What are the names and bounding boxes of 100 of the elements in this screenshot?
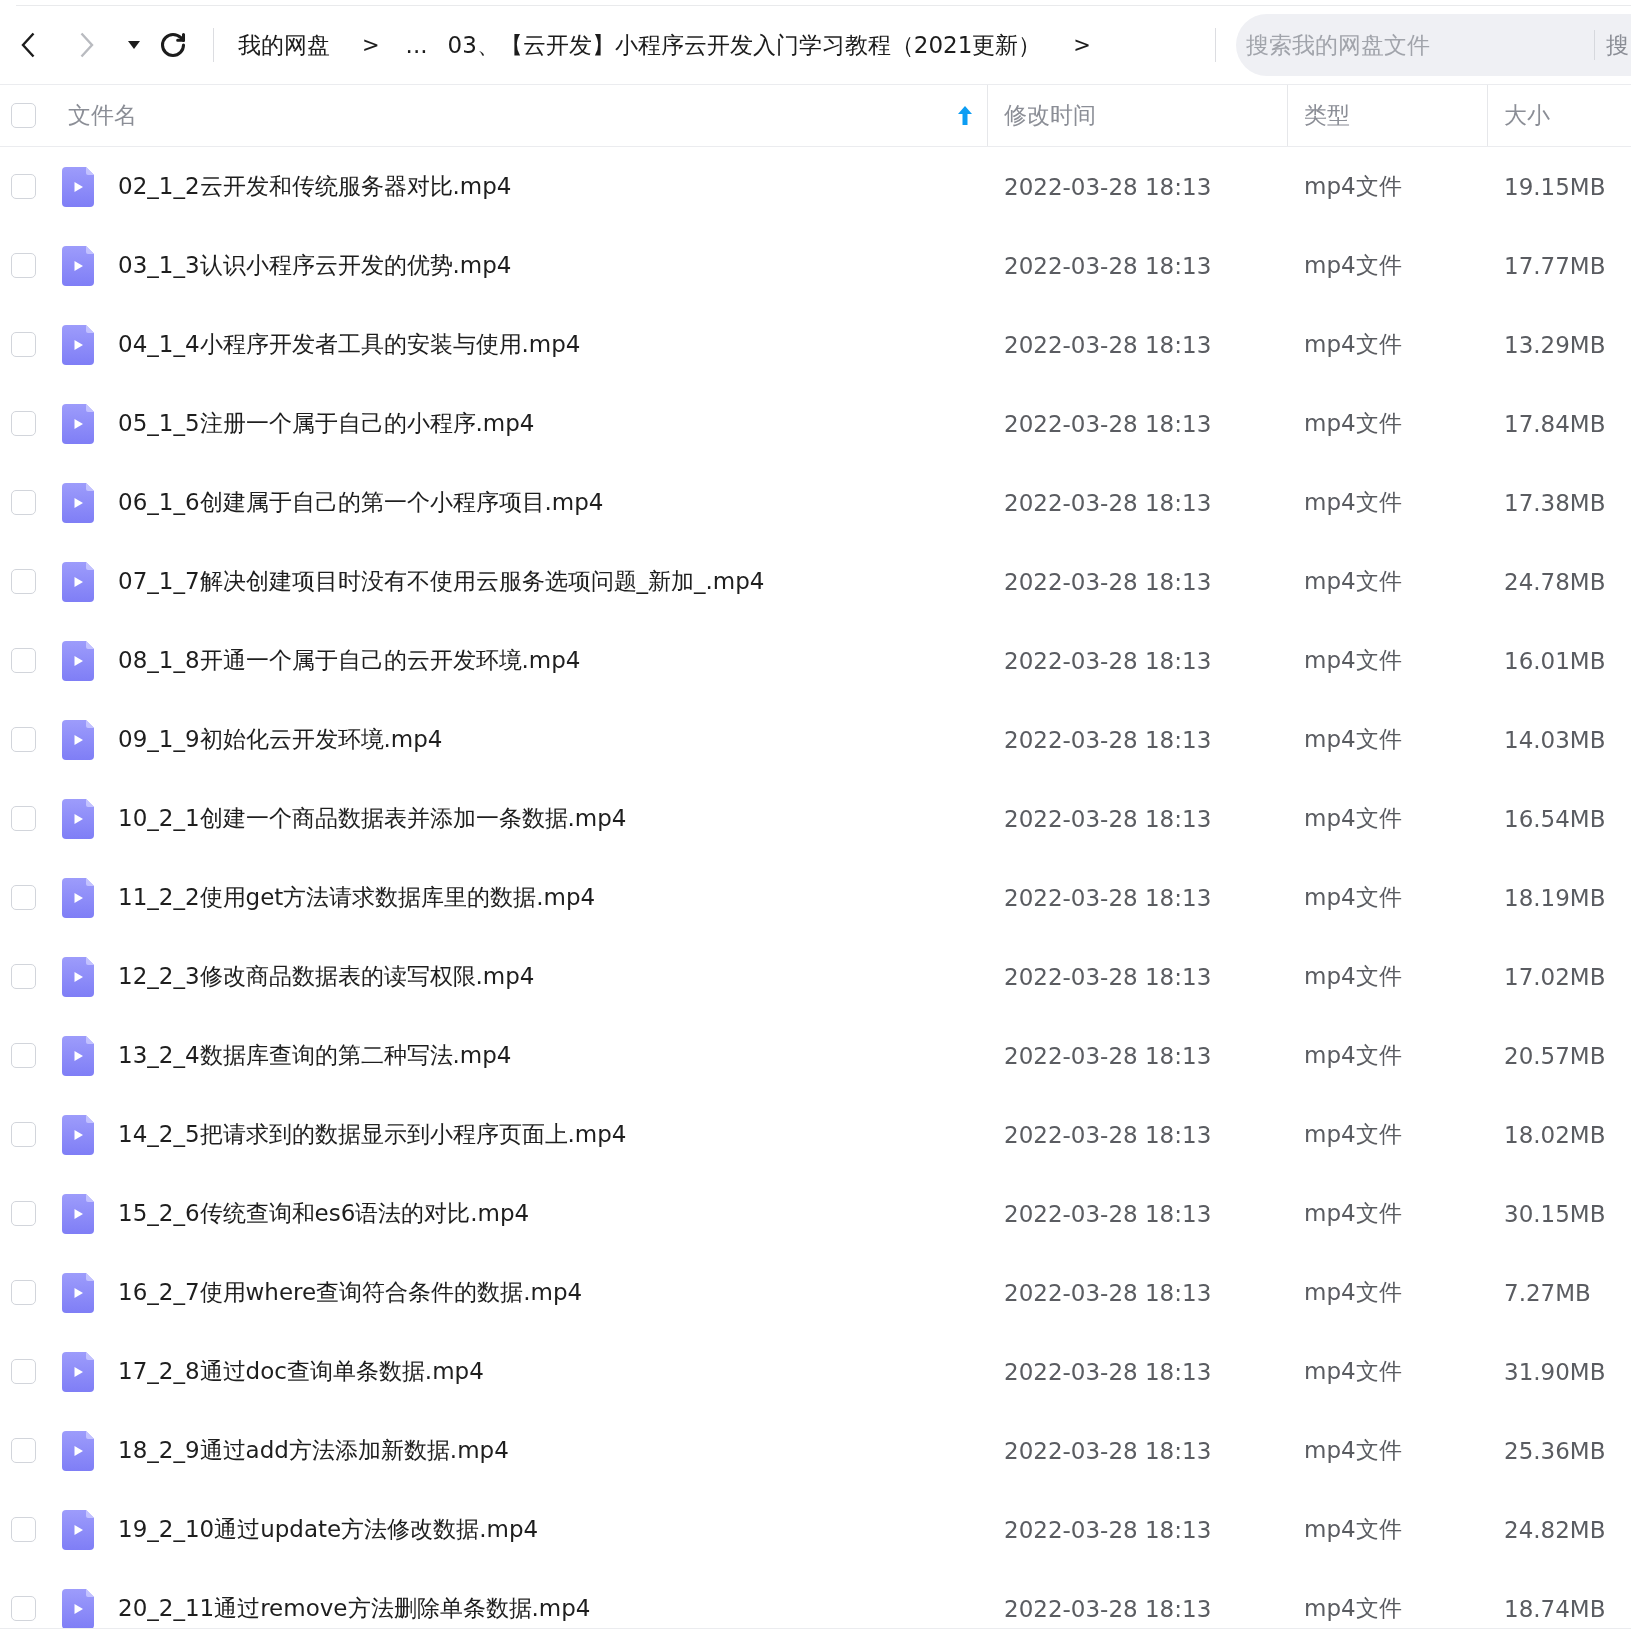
- video-file-icon: [62, 166, 94, 207]
- file-name[interactable]: 06_1_6创建属于自己的第一个小程序项目.mp4: [118, 487, 604, 518]
- file-name[interactable]: 05_1_5注册一个属于自己的小程序.mp4: [118, 408, 535, 439]
- video-file-icon: [62, 877, 94, 918]
- video-file-icon: [62, 640, 94, 681]
- search-field[interactable]: 搜索我的网盘文件: [1236, 14, 1594, 76]
- file-type: mp4文件: [1303, 804, 1403, 833]
- file-size: 25.36MB: [1503, 1437, 1607, 1464]
- file-type: mp4文件: [1303, 1594, 1403, 1623]
- file-size: 24.82MB: [1503, 1516, 1607, 1543]
- checkbox[interactable]: [11, 490, 36, 515]
- checkbox[interactable]: [11, 1438, 36, 1463]
- file-name[interactable]: 13_2_4数据库查询的第二种写法.mp4: [118, 1040, 512, 1071]
- file-name[interactable]: 11_2_2使用get方法请求数据库里的数据.mp4: [118, 882, 596, 913]
- file-type: mp4文件: [1303, 1278, 1403, 1307]
- checkbox[interactable]: [11, 727, 36, 752]
- checkbox[interactable]: [11, 1359, 36, 1384]
- checkbox[interactable]: [11, 1596, 36, 1621]
- modified-time: 2022-03-28 18:13: [1003, 1358, 1213, 1385]
- video-file-icon: [62, 403, 94, 444]
- modified-time: 2022-03-28 18:13: [1003, 726, 1213, 753]
- file-name[interactable]: 16_2_7使用where查询符合条件的数据.mp4: [118, 1277, 583, 1308]
- chevron-left-icon[interactable]: [21, 32, 35, 58]
- video-file-icon: [62, 561, 94, 602]
- modified-time: 2022-03-28 18:13: [1003, 1595, 1213, 1622]
- file-name[interactable]: 03_1_3认识小程序云开发的优势.mp4: [118, 250, 512, 281]
- breadcrumb-link[interactable]: 我的网盘: [238, 29, 330, 61]
- file-size: 16.01MB: [1503, 647, 1607, 674]
- file-type: mp4文件: [1303, 1436, 1403, 1465]
- modified-time: 2022-03-28 18:13: [1003, 252, 1213, 279]
- checkbox[interactable]: [11, 1201, 36, 1226]
- file-size: 18.02MB: [1503, 1121, 1607, 1148]
- file-type: mp4文件: [1303, 1041, 1403, 1070]
- file-type: mp4文件: [1303, 488, 1403, 517]
- file-type: mp4文件: [1303, 567, 1403, 596]
- checkbox[interactable]: [11, 332, 36, 357]
- checkbox[interactable]: [11, 1043, 36, 1068]
- file-name[interactable]: 09_1_9初始化云开发环境.mp4: [118, 724, 443, 755]
- checkbox[interactable]: [11, 1517, 36, 1542]
- file-name[interactable]: 10_2_1创建一个商品数据表并添加一条数据.mp4: [118, 803, 627, 834]
- checkbox[interactable]: [11, 1280, 36, 1305]
- file-name[interactable]: 02_1_2云开发和传统服务器对比.mp4: [118, 171, 512, 202]
- modified-time: 2022-03-28 18:13: [1003, 331, 1213, 358]
- file-type: mp4文件: [1303, 1357, 1403, 1386]
- file-size: 17.38MB: [1503, 489, 1607, 516]
- file-name[interactable]: 17_2_8通过doc查询单条数据.mp4: [118, 1356, 484, 1387]
- file-size: 18.74MB: [1503, 1595, 1607, 1622]
- file-type: mp4文件: [1303, 962, 1403, 991]
- modified-time: 2022-03-28 18:13: [1003, 173, 1213, 200]
- file-type: mp4文件: [1303, 1515, 1403, 1544]
- file-name[interactable]: 18_2_9通过add方法添加新数据.mp4: [118, 1435, 509, 1466]
- checkbox[interactable]: [11, 648, 36, 673]
- video-file-icon: [62, 1588, 94, 1628]
- checkbox[interactable]: [11, 1122, 36, 1147]
- checkbox[interactable]: [11, 253, 36, 278]
- file-size: 19.15MB: [1503, 173, 1607, 200]
- checkbox[interactable]: [11, 806, 36, 831]
- modified-time: 2022-03-28 18:13: [1003, 1516, 1213, 1543]
- modified-time: 2022-03-28 18:13: [1003, 568, 1213, 595]
- file-size: 17.77MB: [1503, 252, 1607, 279]
- file-size: 31.90MB: [1503, 1358, 1607, 1385]
- file-name[interactable]: 08_1_8开通一个属于自己的云开发环境.mp4: [118, 645, 581, 676]
- modified-time: 2022-03-28 18:13: [1003, 963, 1213, 990]
- modified-time: 2022-03-28 18:13: [1003, 805, 1213, 832]
- checkbox[interactable]: [11, 411, 36, 436]
- refresh-icon[interactable]: [159, 31, 187, 59]
- file-name[interactable]: 04_1_4小程序开发者工具的安装与使用.mp4: [118, 329, 581, 360]
- file-type: mp4文件: [1303, 646, 1403, 675]
- checkbox[interactable]: [11, 885, 36, 910]
- video-file-icon: [62, 245, 94, 286]
- checkbox[interactable]: [11, 103, 36, 128]
- file-size: 30.15MB: [1503, 1200, 1607, 1227]
- modified-time: 2022-03-28 18:13: [1003, 1042, 1213, 1069]
- file-size: 7.27MB: [1503, 1279, 1592, 1306]
- breadcrumb-link[interactable]: ...: [405, 32, 428, 58]
- video-file-icon: [62, 1114, 94, 1155]
- file-size: 17.84MB: [1503, 410, 1607, 437]
- file-name[interactable]: 19_2_10通过update方法修改数据.mp4: [118, 1514, 539, 1545]
- file-size: 16.54MB: [1503, 805, 1607, 832]
- file-type: mp4文件: [1303, 251, 1403, 280]
- file-size: 13.29MB: [1503, 331, 1607, 358]
- video-file-icon: [62, 1509, 94, 1550]
- file-name[interactable]: 20_2_11通过remove方法删除单条数据.mp4: [118, 1593, 591, 1624]
- file-size: 18.19MB: [1503, 884, 1607, 911]
- checkbox[interactable]: [11, 174, 36, 199]
- file-type: mp4文件: [1303, 409, 1403, 438]
- file-name[interactable]: 12_2_3修改商品数据表的读写权限.mp4: [118, 961, 535, 992]
- file-name[interactable]: 15_2_6传统查询和es6语法的对比.mp4: [118, 1198, 530, 1229]
- breadcrumb-separator: >: [362, 33, 380, 57]
- video-file-icon: [62, 1035, 94, 1076]
- checkbox[interactable]: [11, 569, 36, 594]
- video-file-icon: [62, 1430, 94, 1471]
- modified-time: 2022-03-28 18:13: [1003, 1121, 1213, 1148]
- breadcrumb-link[interactable]: 03、【云开发】小程序云开发入门学习教程（2021更新）: [447, 29, 1042, 61]
- file-type: mp4文件: [1303, 330, 1403, 359]
- file-name[interactable]: 07_1_7解决创建项目时没有不使用云服务选项问题_新加_.mp4: [118, 566, 765, 597]
- checkbox[interactable]: [11, 964, 36, 989]
- modified-time: 2022-03-28 18:13: [1003, 1200, 1213, 1227]
- caret-down-icon[interactable]: [128, 41, 140, 49]
- file-name[interactable]: 14_2_5把请求到的数据显示到小程序页面上.mp4: [118, 1119, 627, 1150]
